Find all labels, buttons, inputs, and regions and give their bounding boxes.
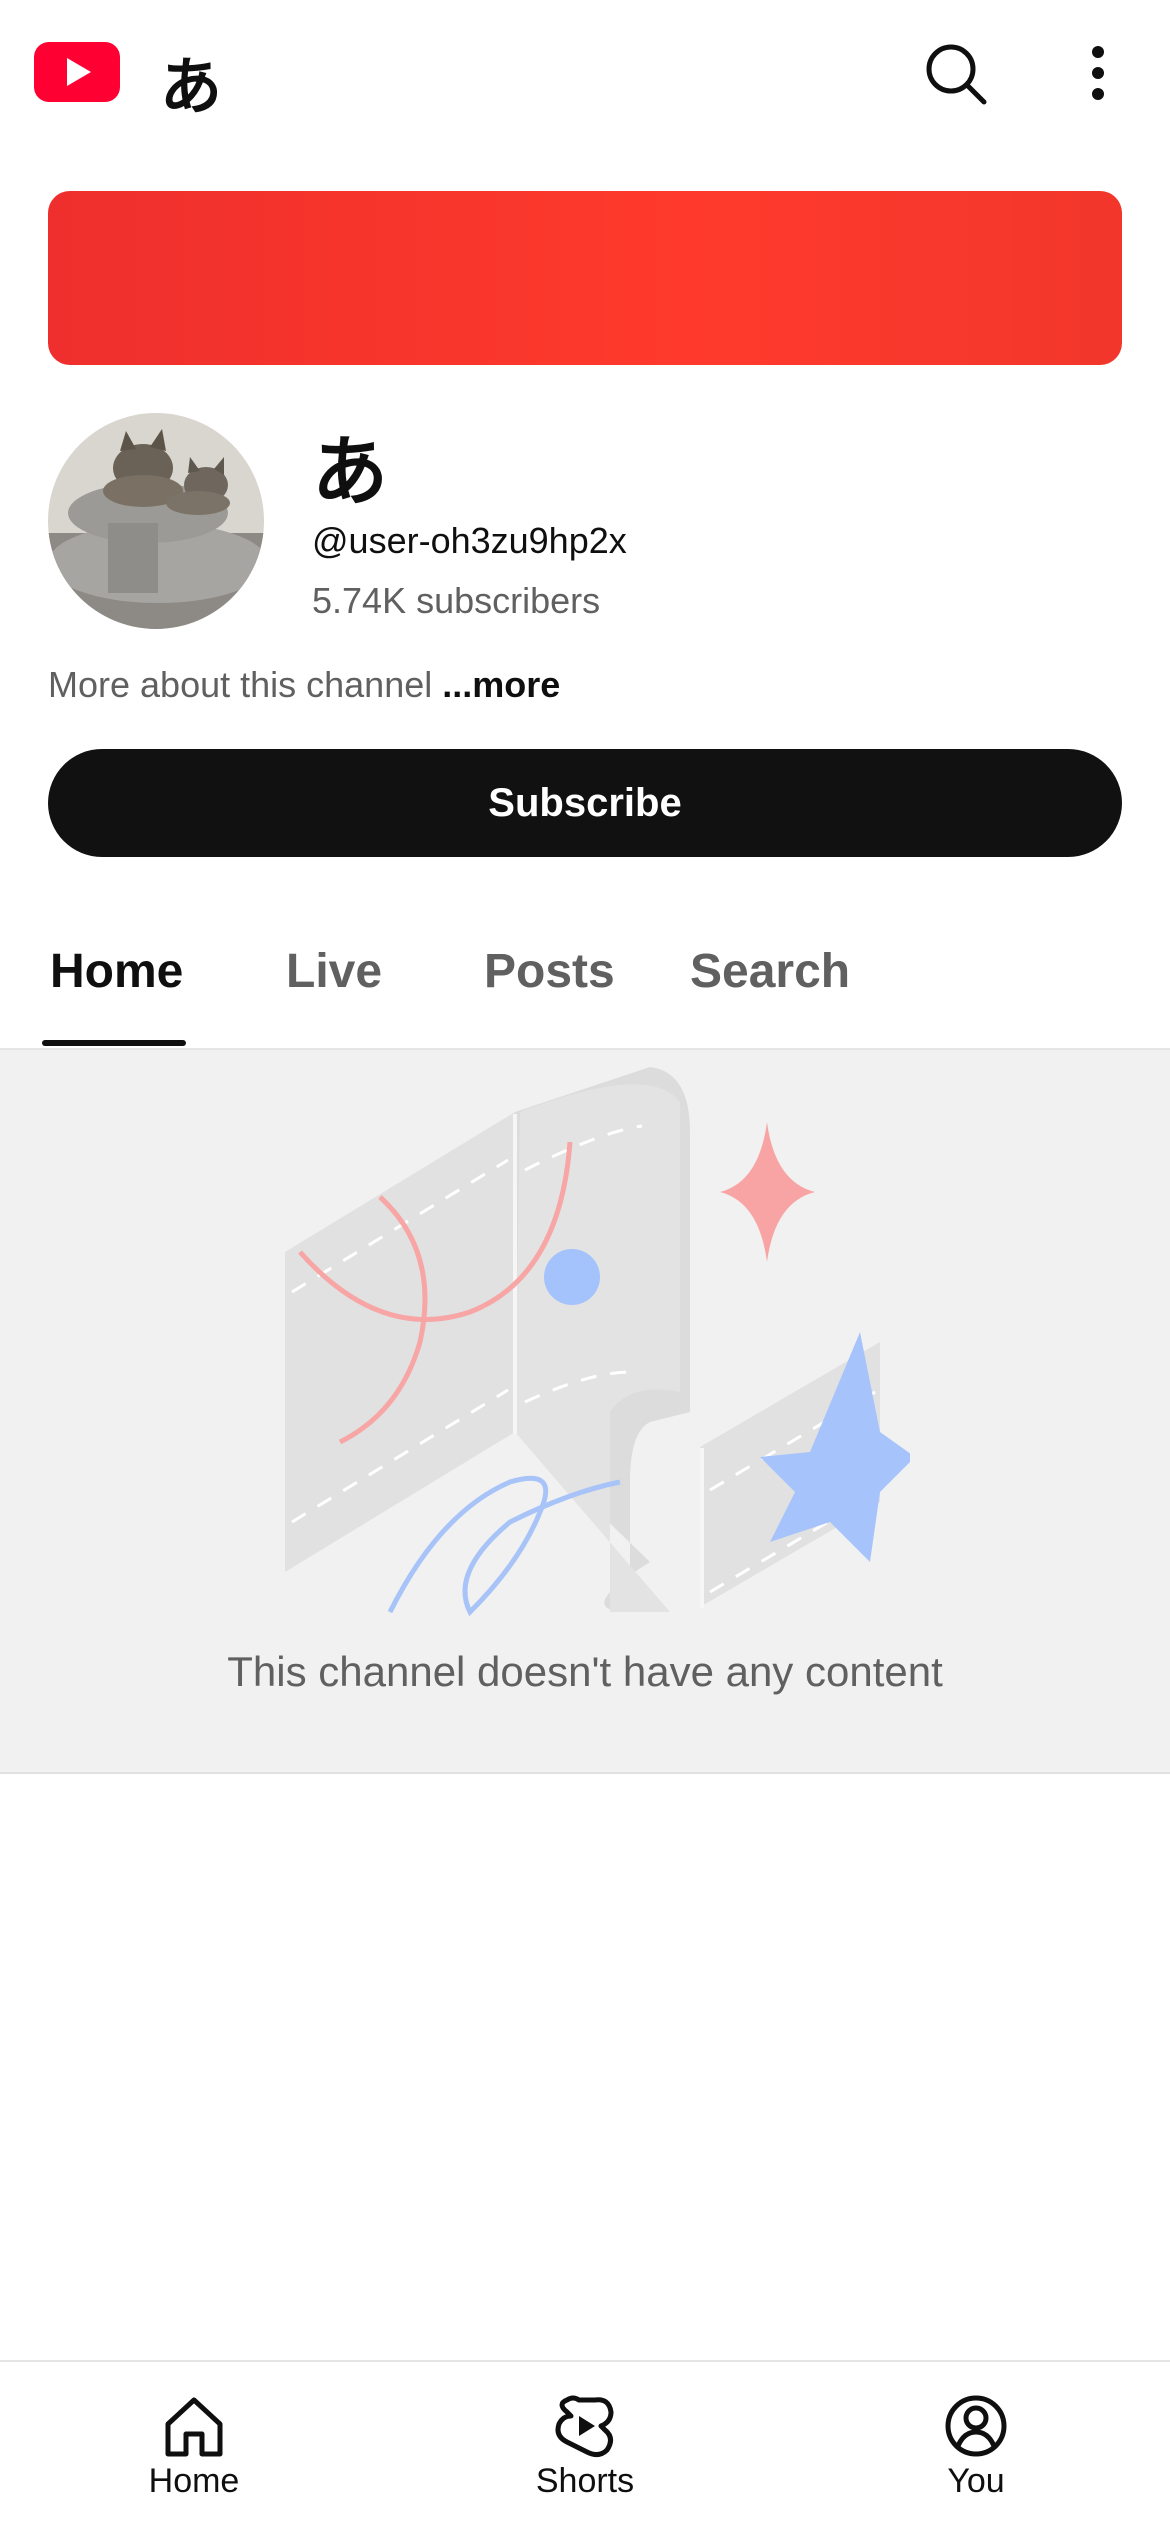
panel-divider xyxy=(0,1772,1170,1774)
bottom-navigation: Home Shorts You xyxy=(0,2360,1170,2534)
channel-avatar[interactable] xyxy=(48,413,264,629)
search-icon[interactable] xyxy=(920,38,990,108)
nav-you[interactable]: You xyxy=(876,2362,1076,2534)
tab-posts[interactable]: Posts xyxy=(484,944,615,999)
nav-home[interactable]: Home xyxy=(94,2362,294,2534)
about-text: More about this channel xyxy=(48,664,433,705)
home-icon xyxy=(165,2397,223,2457)
channel-name: あ xyxy=(312,427,388,516)
shorts-icon xyxy=(555,2395,614,2458)
top-app-bar: あ xyxy=(0,0,1170,150)
more-vert-icon[interactable] xyxy=(1080,38,1116,108)
channel-tabs: Home Live Posts Search xyxy=(0,900,1170,1050)
subscribe-button[interactable]: Subscribe xyxy=(48,749,1122,857)
channel-banner xyxy=(48,191,1122,365)
nav-shorts[interactable]: Shorts xyxy=(485,2362,685,2534)
about-more-link[interactable]: ...more xyxy=(442,664,560,705)
nav-you-label: You xyxy=(947,2462,1005,2500)
active-tab-indicator xyxy=(42,1040,186,1046)
account-icon xyxy=(945,2395,1007,2457)
channel-handle: @user-oh3zu9hp2x xyxy=(312,520,627,561)
tab-search[interactable]: Search xyxy=(690,944,850,999)
nav-shorts-label: Shorts xyxy=(535,2462,635,2500)
empty-state-message: This channel doesn't have any content xyxy=(227,1648,943,1695)
top-bar-title: あ xyxy=(160,50,223,123)
subscriber-count: 5.74K subscribers xyxy=(312,580,601,621)
empty-state-illustration xyxy=(270,1052,915,1632)
channel-about[interactable]: More about this channel ...more xyxy=(48,664,560,706)
youtube-logo-icon[interactable] xyxy=(34,42,120,102)
nav-home-label: Home xyxy=(148,2462,240,2500)
tab-home[interactable]: Home xyxy=(50,944,183,999)
tab-live[interactable]: Live xyxy=(286,944,382,999)
